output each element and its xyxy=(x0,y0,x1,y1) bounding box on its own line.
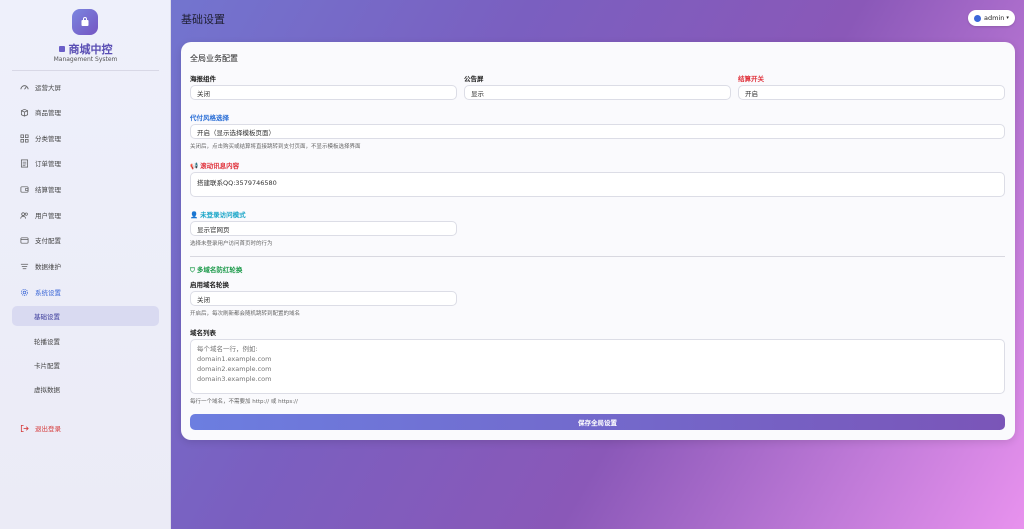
sidebar-item-products[interactable]: 商品管理 xyxy=(12,102,159,122)
card-icon xyxy=(20,236,29,245)
poster-value: 关闭 xyxy=(197,89,210,98)
bag-icon xyxy=(81,17,89,26)
sidebar-item-label: 系统设置 xyxy=(35,289,61,297)
brand-subtitle: Management System xyxy=(53,56,118,63)
page-title: 基础设置 xyxy=(181,13,225,26)
placeholder-line: domain3.example.com xyxy=(197,375,272,383)
sidebar-item-settlement[interactable]: 结算管理 xyxy=(12,179,159,199)
sidebar-subitem-label: 虚拟数据 xyxy=(34,386,60,394)
settings-card: 全局业务配置 海报组件 关闭 公告屏 显示 结算开关 开启 代付风格选择 开启（… xyxy=(181,42,1015,440)
domain-list-textarea[interactable]: 每个域名一行，例如: domain1.example.com domain2.e… xyxy=(190,339,1005,394)
section-divider xyxy=(190,256,1005,257)
box-icon xyxy=(20,108,29,117)
user-slash-icon: 👤 xyxy=(190,211,199,219)
logout-button[interactable]: 退出登录 xyxy=(12,418,159,438)
poster-select[interactable]: 关闭 xyxy=(190,85,457,100)
marquee-label: 📢 滚动讯息内容 xyxy=(190,160,239,170)
wallet-icon xyxy=(20,185,29,194)
brand-text: 商城中控 xyxy=(68,43,113,56)
checkout-value: 开启 xyxy=(745,89,758,98)
marquee-label-text: 滚动讯息内容 xyxy=(200,162,240,170)
domain-list-label: 域名列表 xyxy=(190,329,216,337)
sidebar-item-data[interactable]: 数据维护 xyxy=(12,256,159,276)
card-title: 全局业务配置 xyxy=(190,54,238,63)
sidebar: 商城中控 Management System 运营大屏 商品管理 分类管理 订单… xyxy=(0,0,171,529)
sidebar-item-label: 数据维护 xyxy=(35,263,61,271)
brand-title: 商城中控 xyxy=(0,41,171,57)
sidebar-item-orders[interactable]: 订单管理 xyxy=(12,153,159,173)
sidebar-item-label: 分类管理 xyxy=(35,135,61,143)
sidebar-divider xyxy=(12,70,159,71)
multi-domain-label: ⛉ 多域名防红轮换 xyxy=(190,264,242,275)
guest-mode-label-text: 未登录访问模式 xyxy=(200,211,246,219)
user-avatar-icon xyxy=(974,14,982,22)
sidebar-item-label: 用户管理 xyxy=(35,212,61,220)
logout-label: 退出登录 xyxy=(35,425,61,433)
sidebar-item-label: 支付配置 xyxy=(35,237,61,245)
guest-mode-value: 显示官网页 xyxy=(197,225,230,234)
placeholder-line: domain1.example.com xyxy=(197,355,272,363)
sidebar-subitem-label: 基础设置 xyxy=(34,313,60,321)
grid-icon xyxy=(20,134,29,143)
rotate-label: 启用域名轮换 xyxy=(190,281,229,289)
save-settings-button[interactable]: 保存全局设置 xyxy=(190,414,1005,430)
list-icon xyxy=(20,159,29,168)
user-name: admin xyxy=(984,14,1005,22)
placeholder-line: domain2.example.com xyxy=(197,365,272,373)
rotate-select[interactable]: 关闭 xyxy=(190,291,457,306)
sidebar-subitem-cards[interactable]: 卡片配置 xyxy=(12,355,159,375)
sidebar-item-label: 商品管理 xyxy=(35,109,61,117)
pay-style-select[interactable]: 开启（显示选择模板页面） xyxy=(190,124,1005,139)
multi-domain-label-text: 多域名防红轮换 xyxy=(196,266,243,274)
pay-style-label: 代付风格选择 xyxy=(190,114,229,122)
sidebar-item-system[interactable]: 系统设置 xyxy=(12,282,159,302)
sidebar-item-users[interactable]: 用户管理 xyxy=(12,205,159,225)
notice-label: 公告屏 xyxy=(464,75,484,83)
sidebar-item-label: 结算管理 xyxy=(35,186,61,194)
checkout-label: 结算开关 xyxy=(738,75,764,83)
poster-label: 海报组件 xyxy=(190,75,216,83)
gear-icon xyxy=(20,288,29,297)
domain-list-hint: 每行一个域名，不需要加 http:// 或 https:// xyxy=(190,399,298,405)
logout-icon xyxy=(20,424,29,433)
users-icon xyxy=(20,211,29,220)
sidebar-item-label: 运营大屏 xyxy=(35,84,61,92)
sidebar-item-categories[interactable]: 分类管理 xyxy=(12,128,159,148)
guest-mode-select[interactable]: 显示官网页 xyxy=(190,221,457,236)
logo xyxy=(72,9,98,35)
sidebar-item-payment[interactable]: 支付配置 xyxy=(12,230,159,250)
sidebar-subitem-carousel[interactable]: 轮播设置 xyxy=(12,331,159,351)
sidebar-subitem-label: 轮播设置 xyxy=(34,338,60,346)
sidebar-subitem-basic[interactable]: 基础设置 xyxy=(12,306,159,326)
marquee-textarea[interactable]: 搭建联系QQ:3579746580 xyxy=(190,172,1005,197)
placeholder-line: 每个域名一行，例如: xyxy=(197,345,258,353)
dashboard-icon xyxy=(20,83,29,92)
database-icon xyxy=(20,262,29,271)
user-menu-button[interactable]: admin ▾ xyxy=(968,10,1015,26)
pay-style-hint: 关闭后，点击购买或结算将直接跳转到支付页面，不显示模板选择界面 xyxy=(190,144,361,150)
save-settings-label: 保存全局设置 xyxy=(578,419,617,427)
guest-mode-label: 👤 未登录访问模式 xyxy=(190,209,246,219)
marquee-value: 搭建联系QQ:3579746580 xyxy=(197,179,277,187)
guest-mode-hint: 选择未登录用户访问首页时的行为 xyxy=(190,241,273,247)
sidebar-item-label: 订单管理 xyxy=(35,160,61,168)
notice-select[interactable]: 显示 xyxy=(464,85,731,100)
sidebar-subitem-virtual[interactable]: 虚拟数据 xyxy=(12,379,159,399)
megaphone-icon: 📢 xyxy=(190,162,199,170)
sidebar-item-dashboard[interactable]: 运营大屏 xyxy=(12,77,159,97)
shield-icon: ⛉ xyxy=(190,266,195,274)
notice-value: 显示 xyxy=(471,89,484,98)
caret-down-icon: ▾ xyxy=(1006,15,1009,21)
checkout-select[interactable]: 开启 xyxy=(738,85,1005,100)
pay-style-value: 开启（显示选择模板页面） xyxy=(197,128,275,137)
rotate-hint: 开启后，每次刷新都会随机跳转到配置的域名 xyxy=(190,311,301,317)
sidebar-subitem-label: 卡片配置 xyxy=(34,362,60,370)
rotate-value: 关闭 xyxy=(197,295,210,304)
brand-icon xyxy=(58,46,65,52)
